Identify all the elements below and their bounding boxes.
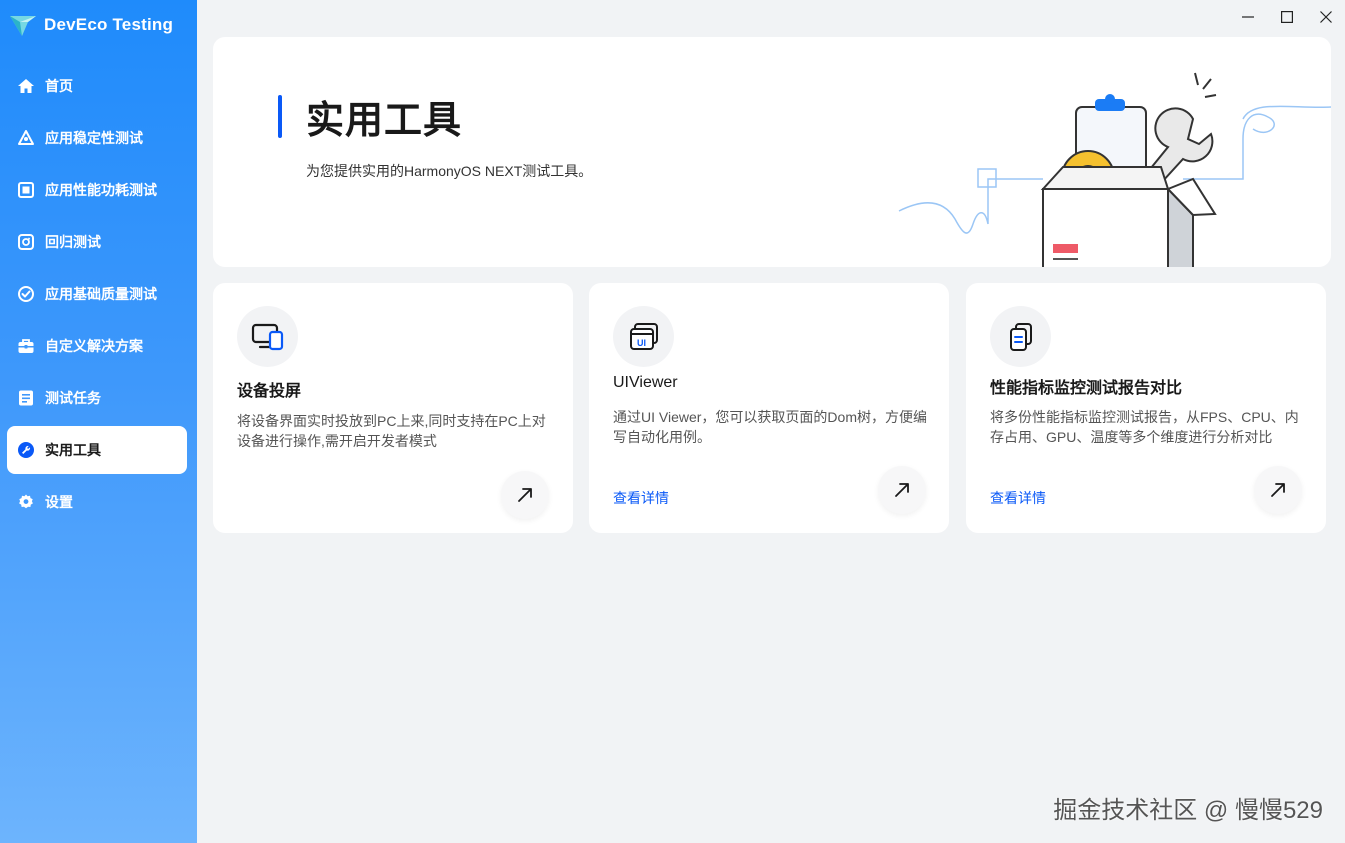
- sidebar-item-label: 设置: [45, 494, 73, 510]
- page-subtitle: 为您提供实用的HarmonyOS NEXT测试工具。: [306, 163, 593, 179]
- card-description: 通过UI Viewer，您可以获取页面的Dom树，方便编写自动化用例。: [613, 409, 927, 445]
- open-card-button[interactable]: [878, 466, 926, 514]
- sidebar-item-label: 实用工具: [45, 442, 101, 458]
- regression-icon: [17, 233, 35, 251]
- ui-viewer-icon: UI: [629, 322, 658, 350]
- window-controls: [1228, 0, 1345, 34]
- app-name: DevEco Testing: [44, 15, 174, 34]
- close-button[interactable]: [1306, 0, 1345, 34]
- deveco-logo-icon: [10, 16, 36, 36]
- card-icon-wrap: [990, 306, 1051, 367]
- home-icon: [17, 77, 35, 95]
- minimize-button[interactable]: [1228, 0, 1267, 34]
- arrow-up-right-icon: [895, 483, 909, 497]
- svg-text:UI: UI: [637, 338, 646, 348]
- maximize-icon: [1280, 11, 1293, 23]
- page-header-banner: 实用工具 为您提供实用的HarmonyOS NEXT测试工具。: [213, 37, 1331, 267]
- sidebar-item-label: 测试任务: [45, 390, 101, 406]
- card-description: 将设备界面实时投放到PC上来,同时支持在PC上对设备进行操作,需开启开发者模式: [237, 413, 546, 449]
- sidebar: DevEco Testing 首页 应用稳定性测试 应用性能功耗测试 回归测试: [0, 0, 197, 843]
- maximize-button[interactable]: [1267, 0, 1306, 34]
- screen-mirror-icon: [251, 323, 283, 350]
- wrench-icon: [17, 441, 35, 459]
- open-card-button[interactable]: [501, 471, 549, 519]
- view-details-link[interactable]: 查看详情: [990, 488, 1046, 508]
- sidebar-item-quality[interactable]: 应用基础质量测试: [7, 270, 187, 318]
- sidebar-item-label: 应用性能功耗测试: [45, 182, 157, 198]
- tool-card-screen-mirror[interactable]: 设备投屏 将设备界面实时投放到PC上来,同时支持在PC上对设备进行操作,需开启开…: [213, 283, 573, 533]
- toolbox-illustration-icon: [898, 72, 1331, 267]
- card-icon-wrap: UI: [613, 306, 674, 367]
- card-title: UIViewer: [613, 374, 678, 391]
- quality-check-icon: [17, 285, 35, 303]
- stability-icon: [17, 129, 35, 147]
- arrow-up-right-icon: [518, 488, 532, 502]
- brand: DevEco Testing: [8, 10, 173, 40]
- sidebar-item-label: 首页: [45, 78, 73, 94]
- sidebar-item-home[interactable]: 首页: [7, 62, 187, 110]
- card-icon-wrap: [237, 306, 298, 367]
- page-title: 实用工具: [306, 100, 463, 142]
- tool-card-uiviewer[interactable]: UI UIViewer 通过UI Viewer，您可以获取页面的Dom树，方便编…: [589, 283, 949, 533]
- sidebar-item-label: 自定义解决方案: [45, 338, 143, 354]
- toolbox-icon: [17, 337, 35, 355]
- card-description: 将多份性能指标监控测试报告，从FPS、CPU、内存占用、GPU、温度等多个维度进…: [990, 409, 1299, 445]
- minimize-icon: [1241, 16, 1254, 18]
- watermark-text: 掘金技术社区 @ 慢慢529: [1053, 797, 1323, 824]
- sidebar-item-label: 应用稳定性测试: [45, 130, 143, 146]
- tool-card-report-compare[interactable]: 性能指标监控测试报告对比 将多份性能指标监控测试报告，从FPS、CPU、内存占用…: [966, 283, 1326, 533]
- open-card-button[interactable]: [1254, 466, 1302, 514]
- title-accent-bar: [278, 95, 282, 138]
- sidebar-item-stability[interactable]: 应用稳定性测试: [7, 114, 187, 162]
- sidebar-item-regression[interactable]: 回归测试: [7, 218, 187, 266]
- sidebar-item-settings[interactable]: 设置: [7, 478, 187, 526]
- sidebar-item-label: 应用基础质量测试: [45, 286, 157, 302]
- task-list-icon: [17, 389, 35, 407]
- arrow-up-right-icon: [1271, 483, 1285, 497]
- report-compare-icon: [1009, 322, 1032, 351]
- performance-icon: [17, 181, 35, 199]
- sidebar-item-custom-solution[interactable]: 自定义解决方案: [7, 322, 187, 370]
- sidebar-nav: 首页 应用稳定性测试 应用性能功耗测试 回归测试 应用基础质量测试 自定义解决方…: [7, 62, 187, 530]
- sidebar-item-test-tasks[interactable]: 测试任务: [7, 374, 187, 422]
- gear-icon: [17, 493, 35, 511]
- view-details-link[interactable]: 查看详情: [613, 488, 669, 508]
- card-title: 性能指标监控测试报告对比: [990, 380, 1183, 397]
- card-title: 设备投屏: [237, 383, 302, 400]
- sidebar-item-performance[interactable]: 应用性能功耗测试: [7, 166, 187, 214]
- close-icon: [1319, 11, 1332, 23]
- sidebar-item-label: 回归测试: [45, 234, 101, 250]
- sidebar-item-utility-tools[interactable]: 实用工具: [7, 426, 187, 474]
